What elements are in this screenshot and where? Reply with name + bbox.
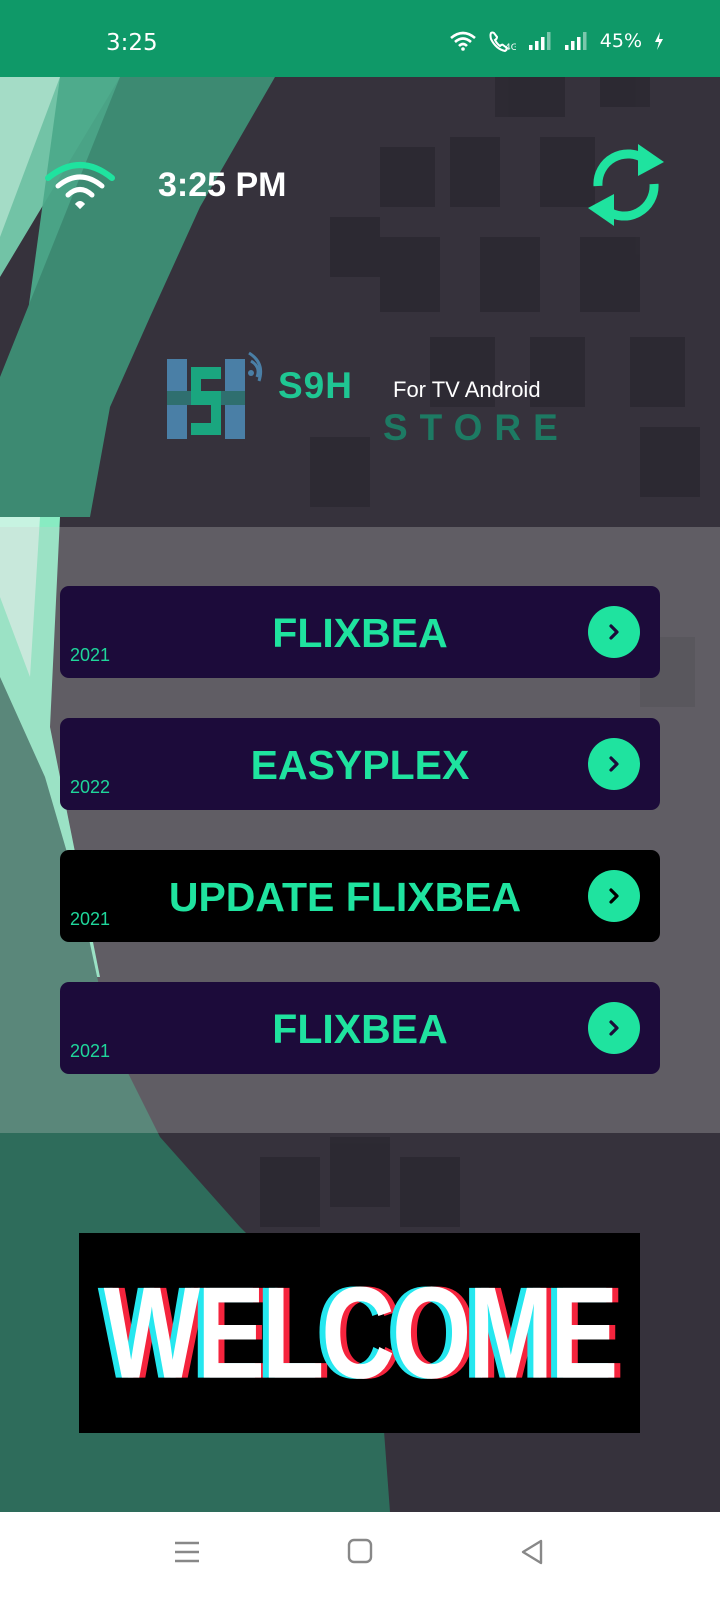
menu-item-year: 2022: [70, 777, 111, 797]
svg-text:4G: 4G: [505, 43, 516, 52]
status-icons: 4G 45%: [449, 30, 664, 52]
status-bar: 3:25 4G 45%: [0, 0, 720, 77]
welcome-text: WELCOME: [103, 1259, 619, 1406]
app-menu: FLIXBEA 2021 EASYPLEX 2022 UPDATE FLIXBE…: [60, 586, 660, 1114]
signal-icon: [528, 32, 551, 50]
wifi-icon: [449, 31, 476, 51]
menu-item-title: EASYPLEX: [250, 742, 470, 788]
chevron-right-icon: [588, 606, 640, 658]
logo-store: STORE: [383, 407, 570, 448]
s9h-logo-icon: [167, 351, 263, 439]
signal-icon: [564, 32, 587, 50]
menu-item-flixbea-2[interactable]: FLIXBEA 2021: [60, 982, 660, 1074]
clock: 3:25 PM: [158, 166, 287, 204]
back-icon[interactable]: [519, 1538, 545, 1566]
volte-call-icon: 4G: [489, 31, 516, 52]
chevron-right-icon: [588, 738, 640, 790]
menu-item-title: FLIXBEA: [272, 1006, 448, 1052]
refresh-icon[interactable]: [580, 134, 672, 234]
wifi-icon: [45, 162, 115, 210]
charging-icon: [655, 32, 663, 50]
menu-item-year: 2021: [70, 909, 111, 929]
chevron-right-icon: [588, 1002, 640, 1054]
menu-item-title: FLIXBEA: [272, 610, 448, 656]
app-logo: S9H For TV Android STORE: [165, 347, 558, 452]
logo-brand: S9H: [278, 365, 353, 406]
battery-percent: 45%: [599, 30, 642, 52]
chevron-right-icon: [588, 870, 640, 922]
navigation-bar: [0, 1512, 720, 1600]
status-time: 3:25: [106, 30, 158, 56]
logo-tagline: For TV Android: [393, 377, 541, 402]
welcome-banner: WELCOME: [79, 1233, 640, 1433]
menu-item-update-flixbea[interactable]: UPDATE FLIXBEA 2021: [60, 850, 660, 942]
menu-item-easyplex[interactable]: EASYPLEX 2022: [60, 718, 660, 810]
home-icon[interactable]: [347, 1538, 373, 1564]
menu-item-year: 2021: [70, 1041, 111, 1061]
menu-item-year: 2021: [70, 645, 111, 665]
menu-icon[interactable]: [173, 1538, 201, 1566]
menu-item-title: UPDATE FLIXBEA: [168, 874, 522, 920]
menu-item-flixbea[interactable]: FLIXBEA 2021: [60, 586, 660, 678]
